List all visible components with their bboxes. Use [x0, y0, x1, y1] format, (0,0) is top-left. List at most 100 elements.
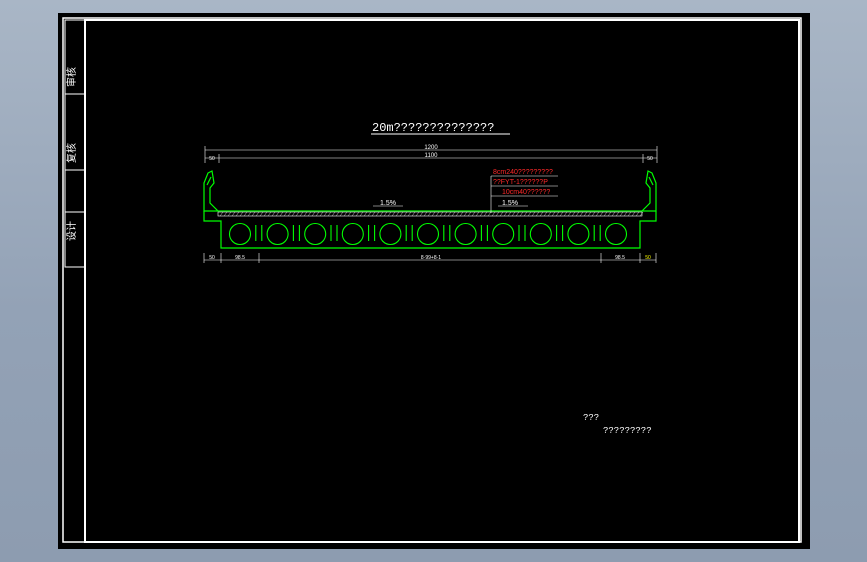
hatch-line: [231, 211, 236, 217]
hatch-line: [511, 211, 516, 217]
hatch-line: [595, 211, 600, 217]
hatch-line: [315, 211, 320, 217]
dim-bottom-right-span: 98.5: [615, 255, 625, 261]
hatch-line: [571, 211, 576, 217]
hatch-line: [291, 211, 296, 217]
hatch-line: [551, 211, 556, 217]
slab-void: [454, 222, 477, 246]
hatch-line: [611, 211, 616, 217]
hatch-line: [467, 211, 472, 217]
hatch-line: [627, 211, 632, 217]
dim-total-width: 1200: [424, 145, 438, 151]
hatch-line: [499, 211, 504, 217]
slab-web: [480, 225, 488, 241]
slope-left-label: 1.5%: [380, 200, 396, 207]
slab-void: [266, 222, 289, 246]
slab-web: [556, 225, 564, 241]
hatch-line: [299, 211, 304, 217]
hatch-line: [443, 211, 448, 217]
hatch-line: [279, 211, 284, 217]
hatch-line: [623, 211, 628, 217]
hatch-line: [355, 211, 360, 217]
hatch-line: [523, 211, 528, 217]
note-line-2: ??FYT-1??????P: [493, 179, 548, 186]
hatch-line: [271, 211, 276, 217]
hatch-line: [391, 211, 396, 217]
hatch-line: [487, 211, 492, 217]
hatch-line: [259, 211, 264, 217]
footer-line-2: ?????????: [603, 426, 652, 436]
hatch-line: [375, 211, 380, 217]
hatch-line: [475, 211, 480, 217]
hatch-line: [539, 211, 544, 217]
note-line-1: 8cm240?????????: [493, 169, 553, 176]
hatch-line: [583, 211, 588, 217]
hatch-line: [459, 211, 464, 217]
hatch-line: [283, 211, 288, 217]
title-block-cell-review: 审核: [65, 67, 78, 87]
hatch-line: [243, 211, 248, 217]
hatch-line: [275, 211, 280, 217]
hatch-line: [427, 211, 432, 217]
hatch-line: [251, 211, 256, 217]
hatch-line: [519, 211, 524, 217]
cad-viewport[interactable]: 审核 复核 设计 20m?????????????? 1200 1100 50 …: [58, 13, 810, 549]
hatch-line: [587, 211, 592, 217]
hatch-line: [591, 211, 596, 217]
hatch-line: [307, 211, 312, 217]
hatch-line: [331, 211, 336, 217]
hatch-line: [287, 211, 292, 217]
hatch-line: [535, 211, 540, 217]
slab-void: [341, 222, 364, 246]
hatch-line: [255, 211, 260, 217]
hatch-line: [603, 211, 608, 217]
hatch-line: [327, 211, 332, 217]
hatch-line: [227, 211, 232, 217]
hatch-line: [399, 211, 404, 217]
dim-bottom-left: 50: [209, 255, 215, 261]
hatch-line: [303, 211, 308, 217]
hatch-line: [419, 211, 424, 217]
hatch-line: [615, 211, 620, 217]
hatch-line: [263, 211, 268, 217]
slab-void: [304, 222, 327, 246]
slab-web: [518, 225, 526, 241]
hatch-line: [431, 211, 436, 217]
hatch-line: [247, 211, 252, 217]
hatch-line: [343, 211, 348, 217]
hatch-line: [335, 211, 340, 217]
hatch-line: [311, 211, 316, 217]
slope-left: 1.5%: [373, 200, 403, 207]
hatch-line: [235, 211, 240, 217]
hatch-line: [555, 211, 560, 217]
slab-void: [529, 222, 552, 246]
title-block: 审核 复核 设计: [64, 19, 86, 268]
hatch-line: [619, 211, 624, 217]
slab-web: [292, 225, 300, 241]
dim-inner-width: 1100: [425, 153, 439, 159]
slab-void: [604, 222, 628, 246]
hatch-line: [567, 211, 572, 217]
hatch-line: [295, 211, 300, 217]
drawing-title: 20m??????????????: [372, 121, 494, 135]
bridge-cross-section-drawing: 审核 复核 设计 20m?????????????? 1200 1100 50 …: [62, 17, 802, 543]
hatch-line: [411, 211, 416, 217]
slab-web: [255, 225, 263, 241]
hatch-line: [387, 211, 392, 217]
slab-voids: [228, 222, 628, 246]
hatch-line: [239, 211, 244, 217]
hatch-line: [479, 211, 484, 217]
hatch-line: [531, 211, 536, 217]
title-block-cell-design: 设计: [65, 221, 78, 241]
hatch-line: [463, 211, 468, 217]
hatch-line: [339, 211, 344, 217]
hatch-line: [383, 211, 388, 217]
hatch-line: [407, 211, 412, 217]
hatch-line: [491, 211, 496, 217]
hatch-line: [367, 211, 372, 217]
hatch-line: [223, 211, 228, 217]
hatch-line: [395, 211, 400, 217]
hatch-line: [363, 211, 368, 217]
hatch-line: [319, 211, 324, 217]
hatch-line: [503, 211, 508, 217]
